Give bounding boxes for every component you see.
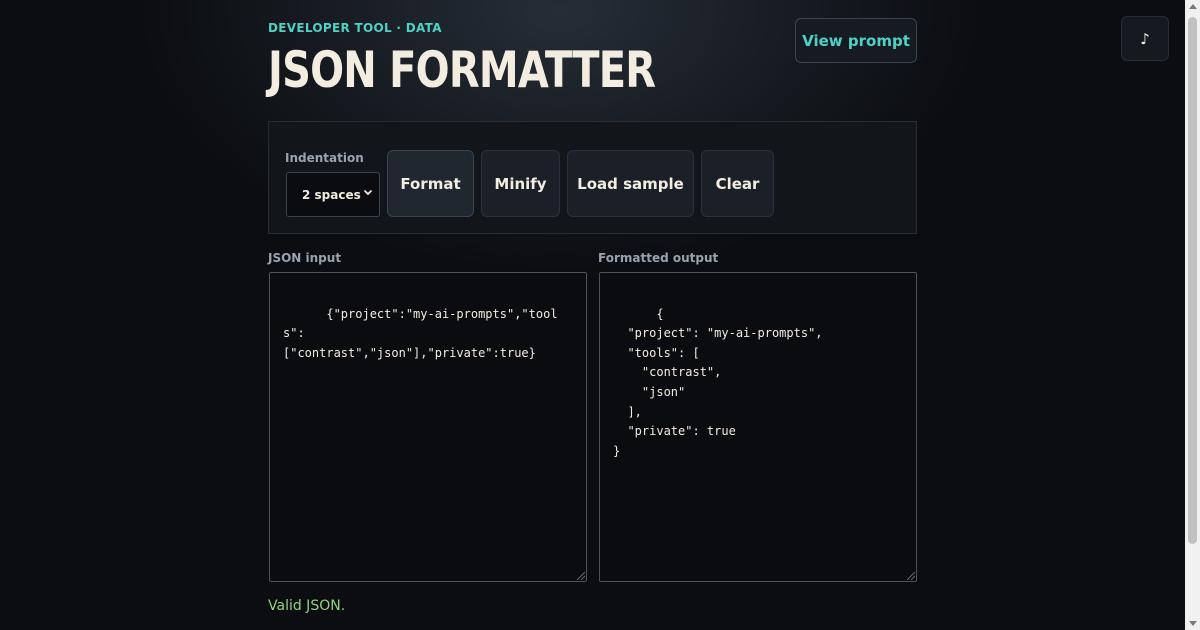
format-button[interactable]: Format — [387, 150, 474, 217]
view-prompt-button[interactable]: View prompt — [795, 18, 917, 63]
json-input-textarea[interactable]: {"project":"my-ai-prompts","tools": ["co… — [269, 272, 587, 582]
scrollbar-thumb[interactable] — [1188, 17, 1197, 544]
indentation-label: Indentation — [285, 151, 364, 165]
clear-button[interactable]: Clear — [701, 150, 774, 217]
formatted-output-textarea[interactable]: { "project": "my-ai-prompts", "tools": [… — [599, 272, 917, 582]
scroll-down-arrow-icon[interactable] — [1189, 621, 1197, 626]
load-sample-button[interactable]: Load sample — [567, 150, 694, 217]
page-title: JSON FORMATTER — [268, 41, 656, 99]
music-note-icon: ♪ — [1140, 29, 1150, 48]
validation-status: Valid JSON. — [268, 598, 346, 614]
indentation-select-value: 2 spaces — [302, 187, 361, 202]
chevron-down-icon — [363, 187, 373, 200]
resize-handle-icon[interactable] — [577, 572, 585, 580]
formatted-output-value: { "project": "my-ai-prompts", "tools": [… — [613, 306, 823, 458]
minify-button[interactable]: Minify — [481, 150, 560, 217]
formatted-output-label: Formatted output — [598, 251, 719, 265]
page-kicker: DEVELOPER TOOL · DATA — [268, 21, 442, 35]
indentation-select[interactable]: 2 spaces — [286, 172, 380, 217]
page-scrollbar[interactable] — [1185, 0, 1200, 630]
music-toggle-button[interactable]: ♪ — [1121, 16, 1169, 61]
page: DEVELOPER TOOL · DATA JSON FORMATTER Vie… — [0, 0, 1200, 630]
resize-handle-icon[interactable] — [907, 572, 915, 580]
json-input-value: {"project":"my-ai-prompts","tools": ["co… — [283, 306, 558, 360]
scroll-up-arrow-icon[interactable] — [1189, 4, 1197, 9]
controls-panel: Indentation 2 spaces Format Minify Load … — [268, 121, 917, 234]
json-input-label: JSON input — [268, 251, 342, 265]
